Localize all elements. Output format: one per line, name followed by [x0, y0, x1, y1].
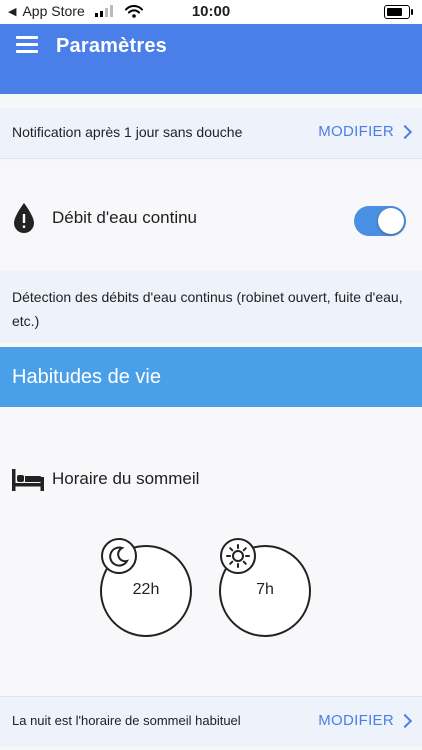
modify-notification-button[interactable]: MODIFIER [318, 123, 413, 140]
continuous-flow-label: Débit d'eau continu [52, 208, 198, 227]
continuous-flow-description: Détection des débits d'eau continus (rob… [12, 289, 403, 329]
chevron-right-icon [397, 713, 413, 728]
app-bar: Paramètres [0, 24, 422, 94]
continuous-flow-toggle[interactable] [354, 206, 406, 236]
water-drop-alert-icon [14, 203, 34, 233]
battery-icon [384, 5, 413, 19]
sleep-note-row: La nuit est l'horaire de sommeil habitue… [0, 696, 422, 747]
continuous-flow-row: Débit d'eau continu [0, 170, 422, 265]
hamburger-menu-icon[interactable] [16, 36, 38, 53]
notification-setting-row: Notification après 1 jour sans douche MO… [0, 108, 422, 159]
bedtime-value: 22h [132, 581, 160, 598]
modify-sleep-label: MODIFIER [318, 712, 394, 729]
sun-icon [220, 538, 256, 574]
sleep-note-text: La nuit est l'horaire de sommeil habitue… [12, 713, 241, 728]
sleep-schedule-label: Horaire du sommeil [52, 469, 200, 488]
wake-value: 7h [256, 581, 274, 598]
status-time: 10:00 [191, 3, 231, 20]
sleep-schedule-area: Horaire du sommeil 22h 7h [0, 407, 422, 694]
modify-notification-label: MODIFIER [318, 123, 394, 140]
chevron-right-icon [397, 124, 413, 139]
modify-sleep-button[interactable]: MODIFIER [318, 712, 413, 729]
notification-setting-text: Notification après 1 jour sans douche [12, 124, 243, 140]
moon-icon [101, 538, 137, 574]
section-title: Habitudes de vie [12, 366, 161, 388]
section-header-habits: Habitudes de vie [0, 347, 422, 407]
continuous-flow-description-row: Détection des débits d'eau continus (rob… [0, 271, 422, 343]
status-bar: ◀ App Store 10:00 [0, 0, 422, 24]
bed-icon [12, 469, 44, 491]
toggle-knob [378, 208, 404, 234]
page-title: Paramètres [56, 35, 167, 57]
